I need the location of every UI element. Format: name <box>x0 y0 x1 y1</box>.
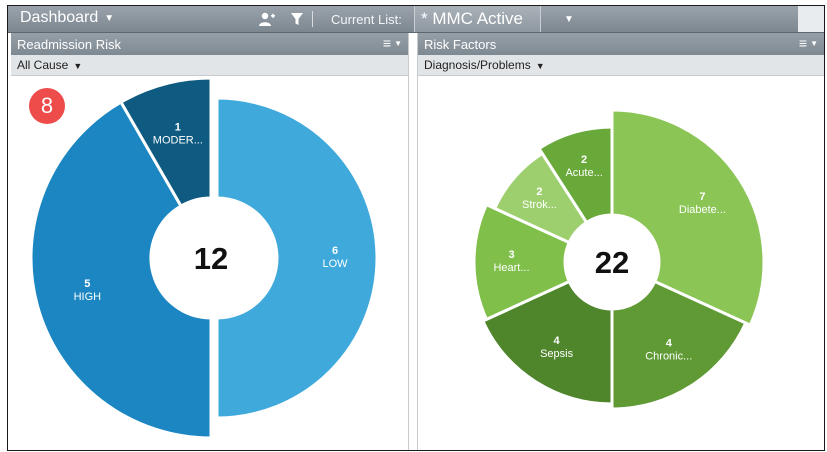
slice-label-0: Diabete... <box>679 204 726 216</box>
chevron-down-icon: ▼ <box>73 61 83 71</box>
dashboard-title: Dashboard <box>20 9 99 26</box>
readmission-risk-panel: Readmission Risk ≡ ▼ All Cause ▼ 6 LOW 5 HIGH… <box>11 33 408 450</box>
slice-count-5: 2 <box>581 154 587 166</box>
slice-count-2: 1 <box>175 121 181 133</box>
slice-label-3: Heart... <box>493 262 529 274</box>
filter-dropdown[interactable]: Diagnosis/Problems ▼ <box>418 55 824 76</box>
dashboard-menu[interactable]: Dashboard ▼ <box>20 9 114 27</box>
count-badge: 8 <box>29 88 65 124</box>
total-count: 12 <box>194 241 228 276</box>
filter-label: Diagnosis/Problems <box>424 58 531 72</box>
risk-factors-chart: 7Diabete...4Chronic...4Sepsis3Heart...2S… <box>472 108 766 411</box>
filter-dropdown[interactable]: All Cause ▼ <box>11 55 408 76</box>
chevron-down-icon[interactable]: ▼ <box>564 14 574 25</box>
chevron-down-icon: ▼ <box>535 61 545 71</box>
slice-label-5: Acute... <box>565 167 602 179</box>
slice-count-1: 4 <box>666 337 673 349</box>
slice-label-4: Strok... <box>522 199 557 211</box>
total-count: 22 <box>595 245 629 280</box>
risk-factors-panel: Risk Factors ≡ ▼ Diagnosis/Problems ▼ 7 Dia… <box>418 33 824 450</box>
slice-count-0: 7 <box>699 191 705 203</box>
panel-divider[interactable] <box>408 33 418 450</box>
toolbar-divider <box>312 11 313 27</box>
slice-label-1: Chronic... <box>645 350 692 362</box>
dashboard-frame: Dashboard ▼ Current List: * MMC Active ▼… <box>7 5 825 451</box>
current-list-selector[interactable]: * MMC Active <box>414 6 541 32</box>
toolbar-end <box>798 6 824 32</box>
chevron-down-icon: ▼ <box>104 12 115 24</box>
panel-menu-icon[interactable]: ≡ ▼ <box>383 35 402 51</box>
slice-label-2: Sepsis <box>540 348 574 360</box>
slice-label-2: MODER... <box>153 134 203 146</box>
slice-count-4: 2 <box>536 186 542 198</box>
slice-count-0: 6 <box>332 245 338 257</box>
current-list-label: Current List: <box>331 12 402 27</box>
filter-label: All Cause <box>17 58 69 72</box>
slice-count-3: 3 <box>508 249 514 261</box>
filter-icon[interactable] <box>288 11 306 27</box>
slice-count-1: 5 <box>84 278 90 290</box>
slice-count-2: 4 <box>554 335 561 347</box>
readmission-risk-chart: 6LOW 5HIGH 1MODER... 12 <box>29 76 379 440</box>
top-toolbar: Dashboard ▼ Current List: * MMC Active ▼ <box>8 6 824 33</box>
panel-header: Risk Factors ≡ ▼ <box>418 33 824 55</box>
slice-label-1: HIGH <box>74 291 102 303</box>
panel-title: Risk Factors <box>424 37 497 52</box>
panel-header: Readmission Risk ≡ ▼ <box>11 33 408 55</box>
panel-menu-icon[interactable]: ≡ ▼ <box>799 35 818 51</box>
add-user-icon[interactable] <box>258 11 276 27</box>
panel-title: Readmission Risk <box>17 37 122 52</box>
slice-label-0: LOW <box>322 258 348 270</box>
